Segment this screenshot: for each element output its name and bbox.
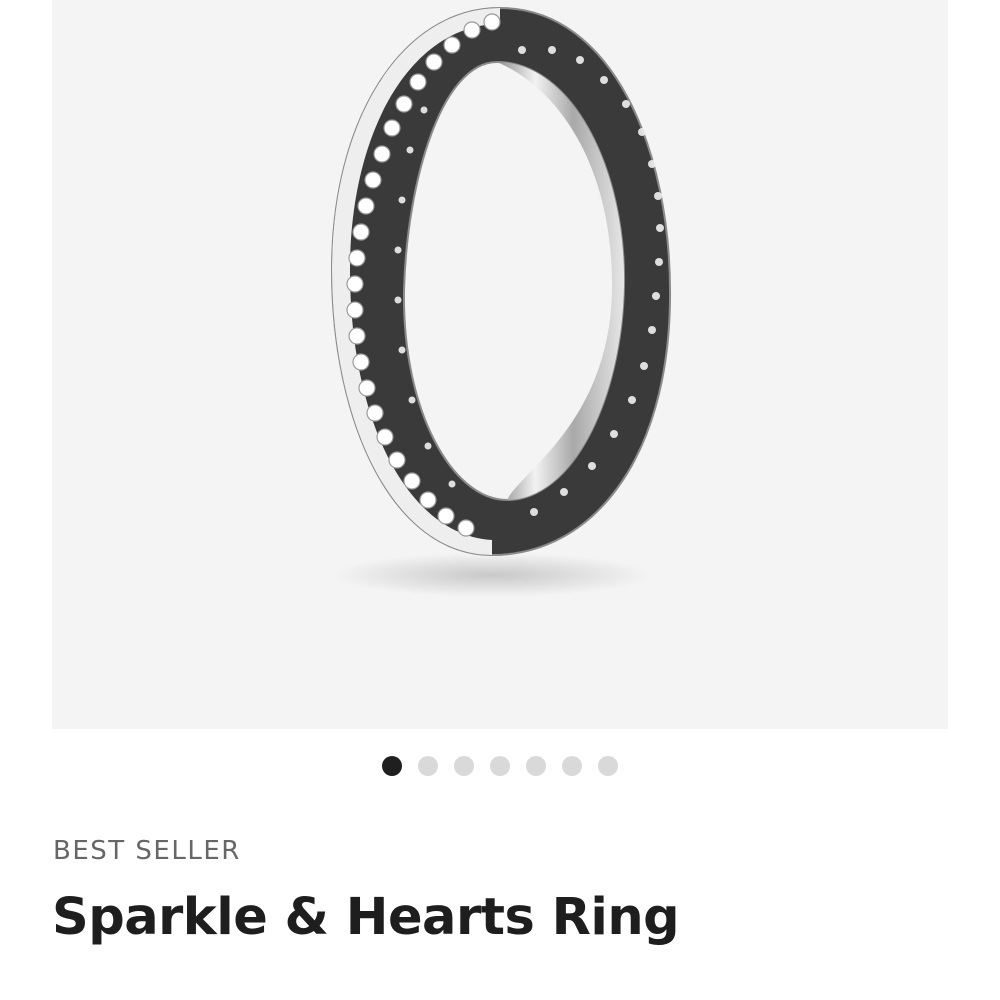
- product-image-gallery[interactable]: [52, 0, 948, 729]
- best-seller-badge: BEST SELLER: [53, 836, 241, 866]
- pagination-dot-2[interactable]: [418, 756, 438, 776]
- pagination-dot-6[interactable]: [562, 756, 582, 776]
- pagination-dot-7[interactable]: [598, 756, 618, 776]
- ring-shadow: [332, 553, 652, 597]
- pagination-dot-3[interactable]: [454, 756, 474, 776]
- product-image[interactable]: [52, 0, 948, 729]
- gallery-pagination: [0, 756, 1000, 776]
- chevron-right-icon: [940, 276, 948, 336]
- pagination-dot-1[interactable]: [382, 756, 402, 776]
- pagination-dot-5[interactable]: [526, 756, 546, 776]
- next-image-button[interactable]: [940, 276, 948, 336]
- product-title: Sparkle & Hearts Ring: [52, 888, 680, 947]
- pagination-dot-4[interactable]: [490, 756, 510, 776]
